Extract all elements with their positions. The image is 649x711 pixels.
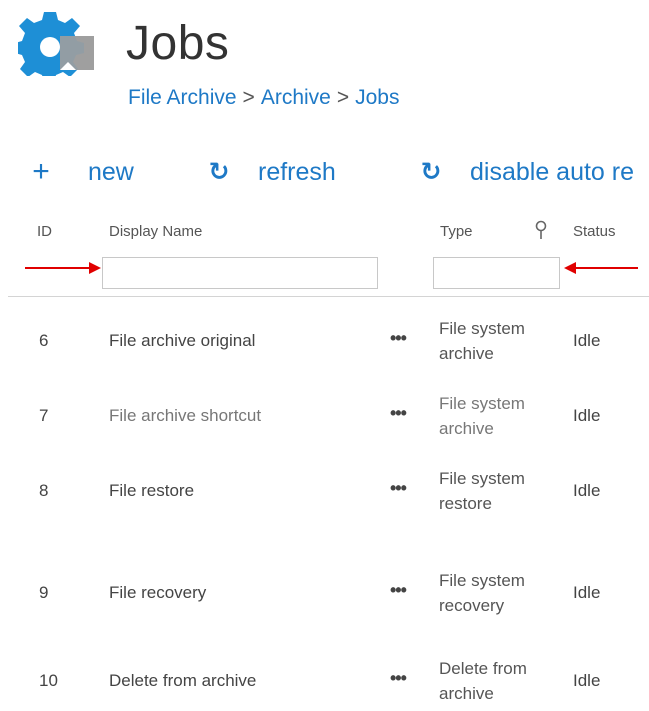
column-header-type[interactable]: Type: [440, 223, 473, 240]
row-display-name[interactable]: File recovery: [109, 583, 206, 603]
row-more-options-icon[interactable]: •••: [390, 328, 407, 349]
row-type-line1: Delete from: [439, 659, 527, 678]
row-type: File system recovery: [439, 568, 559, 618]
disable-auto-refresh-button[interactable]: ↻ disable auto re: [418, 154, 635, 190]
row-status: Idle: [573, 331, 601, 350]
row-type: File system archive: [439, 391, 559, 441]
row-id: 9: [39, 583, 49, 602]
table-row[interactable]: 9 File recovery ••• File system recovery…: [0, 563, 649, 623]
breadcrumb-jobs[interactable]: Jobs: [355, 86, 399, 109]
row-more-options-icon[interactable]: •••: [390, 668, 407, 689]
breadcrumb-file-archive[interactable]: File Archive: [128, 86, 237, 109]
row-display-name[interactable]: File archive shortcut: [109, 406, 261, 426]
breadcrumb-archive[interactable]: Archive: [261, 86, 331, 109]
row-type-line1: File system: [439, 394, 525, 413]
row-id: 7: [39, 406, 49, 425]
type-filter-input[interactable]: [433, 257, 560, 289]
row-display-name[interactable]: Delete from archive: [109, 671, 256, 691]
breadcrumb-separator: >: [242, 86, 255, 109]
breadcrumb-separator: >: [336, 86, 350, 109]
refresh-button-label: refresh: [258, 157, 336, 186]
row-type-line1: File system: [439, 469, 525, 488]
row-id: 6: [39, 331, 49, 350]
row-more-options-icon[interactable]: •••: [390, 580, 407, 601]
row-type-line2: archive: [439, 684, 494, 703]
table-row[interactable]: 6 File archive original ••• File system …: [0, 311, 649, 371]
auto-refresh-icon: ↻: [420, 158, 442, 186]
refresh-icon: ↻: [208, 158, 230, 186]
disable-auto-refresh-label: disable auto re: [470, 157, 635, 186]
row-type-line1: File system: [439, 319, 525, 338]
breadcrumb: File Archive > Archive > Jobs: [128, 86, 399, 110]
refresh-button[interactable]: ↻ refresh: [206, 154, 336, 190]
row-display-name[interactable]: File restore: [109, 481, 194, 501]
row-more-options-icon[interactable]: •••: [390, 478, 407, 499]
row-display-name[interactable]: File archive original: [109, 331, 255, 351]
row-type-line2: archive: [439, 419, 494, 438]
row-type-line1: File system: [439, 571, 525, 590]
table-row[interactable]: 8 File restore ••• File system restore I…: [0, 461, 649, 521]
new-button[interactable]: + new: [28, 154, 134, 190]
display-name-filter-input[interactable]: [102, 257, 378, 289]
column-header-status[interactable]: Status: [573, 223, 616, 240]
annotation-arrow-right-icon: [25, 262, 101, 274]
column-header-id[interactable]: ID: [37, 223, 52, 240]
column-header-display-name[interactable]: Display Name: [109, 223, 202, 240]
new-button-label: new: [88, 157, 134, 186]
row-id: 10: [39, 671, 58, 690]
table-row[interactable]: 7 File archive shortcut ••• File system …: [0, 386, 649, 446]
jobs-gear-icon: [18, 12, 94, 76]
row-status: Idle: [573, 671, 601, 690]
plus-icon: +: [32, 155, 50, 188]
row-status: Idle: [573, 481, 601, 500]
row-type-line2: restore: [439, 494, 492, 513]
row-type: File system archive: [439, 316, 559, 366]
row-type-line2: archive: [439, 344, 494, 363]
row-type-line2: recovery: [439, 596, 505, 615]
page-title: Jobs: [126, 17, 230, 70]
pin-filter-icon[interactable]: [534, 220, 548, 240]
row-more-options-icon[interactable]: •••: [390, 403, 407, 424]
row-status: Idle: [573, 406, 601, 425]
row-id: 8: [39, 481, 49, 500]
row-status: Idle: [573, 583, 601, 602]
row-type: Delete from archive: [439, 656, 559, 706]
row-type: File system restore: [439, 466, 559, 516]
table-row[interactable]: 10 Delete from archive ••• Delete from a…: [0, 651, 649, 711]
annotation-arrow-left-icon: [564, 262, 638, 274]
header-divider: [8, 296, 649, 297]
